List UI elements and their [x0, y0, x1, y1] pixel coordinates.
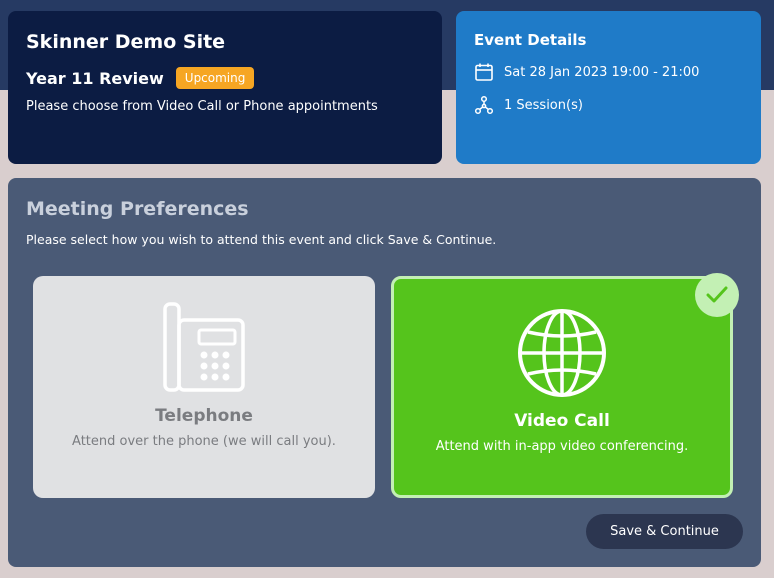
- globe-icon: [518, 309, 606, 397]
- telephone-description: Attend over the phone (we will call you)…: [72, 434, 336, 449]
- status-badge: Upcoming: [175, 67, 255, 89]
- save-continue-button[interactable]: Save & Continue: [586, 514, 743, 549]
- event-date-row: Sat 28 Jan 2023 19:00 - 21:00: [474, 62, 743, 82]
- event-date: Sat 28 Jan 2023 19:00 - 21:00: [504, 64, 700, 80]
- event-name-row: Year 11 Review Upcoming: [26, 67, 424, 89]
- event-sessions: 1 Session(s): [504, 97, 583, 113]
- telephone-icon: [163, 302, 245, 392]
- event-details-card: Event Details Sat 28 Jan 2023 19:00 - 21…: [456, 11, 761, 164]
- site-description: Please choose from Video Call or Phone a…: [26, 99, 378, 114]
- calendar-icon: [475, 63, 493, 81]
- telephone-label: Telephone: [155, 406, 253, 426]
- preferences-title: Meeting Preferences: [26, 198, 249, 220]
- video-call-description: Attend with in-app video conferencing.: [435, 439, 689, 454]
- site-title: Skinner Demo Site: [26, 31, 226, 53]
- preferences-description: Please select how you wish to attend thi…: [26, 232, 497, 247]
- event-sessions-row: 1 Session(s): [474, 95, 743, 115]
- selected-check-badge: [695, 273, 739, 317]
- event-details-title: Event Details: [474, 31, 587, 49]
- event-name: Year 11 Review: [26, 68, 164, 88]
- checkmark-icon: [706, 286, 728, 303]
- site-info-card: Skinner Demo Site Year 11 Review Upcomin…: [8, 11, 442, 164]
- video-call-option[interactable]: Video Call Attend with in-app video conf…: [391, 276, 733, 498]
- telephone-option[interactable]: Telephone Attend over the phone (we will…: [33, 276, 375, 498]
- meeting-preferences-card: Meeting Preferences Please select how yo…: [8, 178, 761, 567]
- video-call-label: Video Call: [514, 411, 610, 431]
- sessions-network-icon: [474, 95, 494, 115]
